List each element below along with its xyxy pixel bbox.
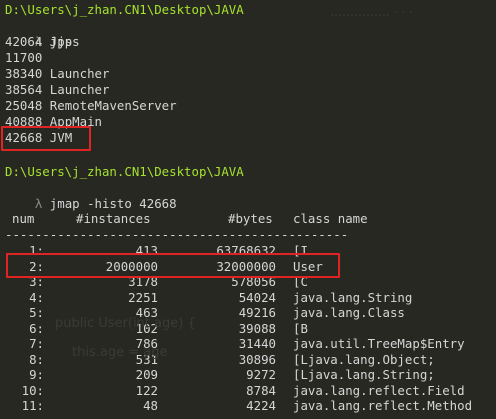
- cell-instances: 209: [135, 367, 158, 382]
- cell-num: 11:: [21, 398, 44, 413]
- cell-bytes: 4224: [246, 398, 276, 413]
- cell-bytes: 39088: [238, 320, 276, 336]
- header-num: num: [12, 211, 35, 226]
- cell-class: java.lang.String: [293, 289, 413, 305]
- process-pid: 11700: [5, 50, 43, 65]
- cell-class: java.lang.Class: [293, 305, 405, 320]
- process-pid: 42064: [5, 34, 43, 49]
- cell-bytes: 31440: [238, 336, 276, 351]
- cell-bytes: 49216: [238, 305, 276, 320]
- prompt-path: D:\Users\j_zhan.CN1\Desktop\JAVA: [5, 2, 244, 17]
- cell-instances: 122: [135, 382, 158, 398]
- process-pid: 25048: [5, 98, 43, 113]
- cell-num: 5:: [29, 305, 44, 320]
- process-pid: 38340: [5, 66, 43, 81]
- cell-instances: 48: [143, 398, 158, 413]
- process-entry: 42064 Jps: [5, 34, 72, 50]
- table-row: 10: 122 8784 java.lang.reflect.Field: [0, 383, 496, 399]
- prompt-symbol-2: λ: [34, 196, 43, 211]
- process-name: RemoteMavenServer: [49, 98, 177, 113]
- cell-instances: 2251: [128, 289, 158, 305]
- process-entry: 38564 Launcher: [5, 82, 109, 98]
- cell-num: 9:: [29, 367, 44, 382]
- cell-num: 6:: [29, 320, 44, 336]
- process-name: Launcher: [49, 82, 110, 97]
- cell-bytes: 30896: [238, 351, 276, 367]
- cell-num: 7:: [29, 336, 44, 351]
- process-name: Launcher: [49, 66, 110, 81]
- prompt-path-2: D:\Users\j_zhan.CN1\Desktop\JAVA: [5, 164, 244, 179]
- cell-num: 8:: [29, 351, 44, 367]
- header-bytes: #bytes: [228, 211, 273, 226]
- cell-class: [B: [293, 320, 308, 336]
- process-pid: 38564: [5, 82, 43, 97]
- cell-class: [Ljava.lang.String;: [293, 367, 435, 382]
- prompt-line-2: λ jmap -histo 42668: [5, 180, 177, 211]
- cell-class: java.lang.reflect.Method: [293, 398, 473, 413]
- cell-class: java.util.TreeMap$Entry: [293, 336, 465, 351]
- process-entry: 25048 RemoteMavenServer: [5, 98, 177, 114]
- cell-bytes: 9272: [246, 367, 276, 382]
- cell-class: java.lang.reflect.Field: [293, 382, 465, 398]
- header-instances: #instances: [76, 211, 151, 226]
- process-name: Jps: [49, 34, 73, 49]
- highlight-box-user-row: [6, 253, 340, 278]
- background-ghost-text: …………… · · ·: [330, 5, 413, 19]
- background-ghost-code-1: public User(int age) {: [55, 316, 196, 331]
- table-row: 9: 209 9272 [Ljava.lang.String;: [0, 367, 496, 383]
- highlight-box-jvm: [1, 126, 91, 151]
- process-entry: 38340 Launcher: [5, 66, 109, 82]
- cell-num: 10:: [21, 382, 44, 398]
- cell-num: 4:: [29, 289, 44, 305]
- background-ghost-code-2: this.age = age: [72, 345, 168, 360]
- header-separator: ----------------------------------------…: [5, 227, 349, 242]
- header-class: class name: [293, 211, 368, 226]
- process-entry: 11700: [5, 50, 50, 66]
- table-row: 11: 48 4224 java.lang.reflect.Method: [0, 398, 496, 414]
- terminal-window[interactable]: D:\Users\j_zhan.CN1\Desktop\JAVA λ jjps …: [0, 0, 496, 419]
- cell-class: [Ljava.lang.Object;: [293, 351, 435, 367]
- cell-bytes: 8784: [246, 382, 276, 398]
- table-row: 4: 2251 54024 java.lang.String: [0, 290, 496, 306]
- prompt-line: λ jjps: [5, 18, 80, 49]
- command-text-2: jmap -histo 42668: [49, 196, 177, 211]
- histo-header: num #instances #bytes class name: [0, 211, 496, 227]
- cell-bytes: 54024: [238, 289, 276, 305]
